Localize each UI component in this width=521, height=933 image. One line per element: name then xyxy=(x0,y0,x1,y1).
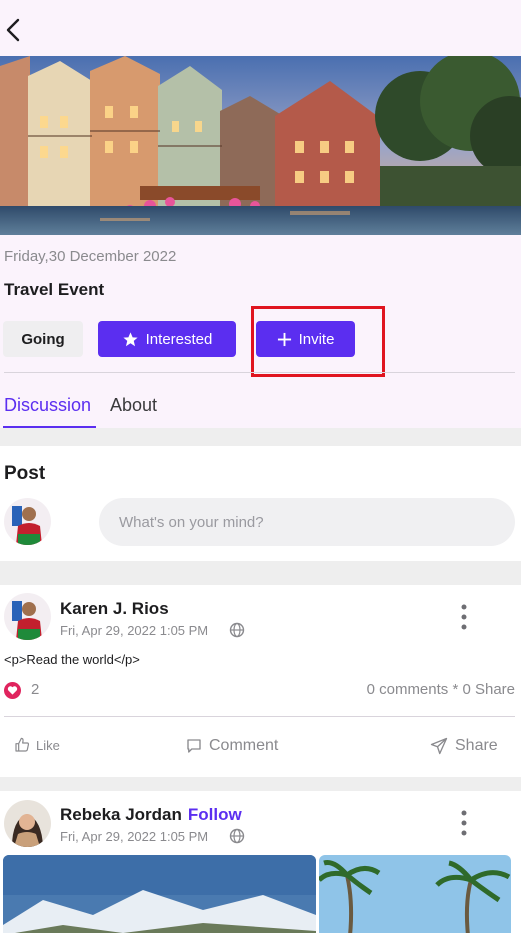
going-button[interactable]: Going xyxy=(3,321,83,357)
plus-icon xyxy=(277,332,291,346)
globe-icon xyxy=(229,622,245,638)
divider xyxy=(4,716,515,717)
tab-about[interactable]: About xyxy=(110,395,157,416)
section-gap xyxy=(0,428,521,446)
comment-icon xyxy=(187,739,201,753)
star-icon xyxy=(123,331,138,346)
back-arrow-icon xyxy=(6,18,20,42)
author-avatar[interactable] xyxy=(4,800,51,847)
event-date: Friday,30 December 2022 xyxy=(4,248,177,265)
share-label: Share xyxy=(455,737,498,754)
tab-discussion[interactable]: Discussion xyxy=(4,395,91,416)
post-timestamp: Fri, Apr 29, 2022 1:05 PM xyxy=(60,623,209,638)
follow-button[interactable]: Follow xyxy=(188,805,242,824)
post-body-text: <p>Read the world</p> xyxy=(4,652,140,667)
interested-button[interactable]: Interested xyxy=(98,321,236,357)
post-heading: Post xyxy=(4,463,46,484)
reaction-count: 2 xyxy=(31,681,40,698)
top-app-bar xyxy=(0,0,521,56)
comment-label: Comment xyxy=(209,737,279,754)
back-button[interactable] xyxy=(2,14,26,46)
whats-on-your-mind-input[interactable]: What's on your mind? xyxy=(99,498,515,546)
divider xyxy=(4,372,515,373)
going-label: Going xyxy=(21,330,65,348)
comments-share-count[interactable]: 0 comments * 0 Share xyxy=(367,681,515,698)
share-button[interactable]: Share xyxy=(429,737,498,755)
post-photo[interactable] xyxy=(319,855,511,933)
like-label: Like xyxy=(36,737,60,753)
author-name-row: Rebeka Jordan Follow xyxy=(60,805,242,825)
more-vertical-icon[interactable] xyxy=(456,603,472,631)
globe-icon xyxy=(229,828,245,844)
author-name[interactable]: Rebeka Jordan xyxy=(60,805,182,824)
invite-label: Invite xyxy=(298,330,335,348)
avatar[interactable] xyxy=(4,498,51,545)
compose-section: Post What's on your mind? xyxy=(0,446,521,561)
event-details-panel: Friday,30 December 2022 Travel Event Goi… xyxy=(0,235,521,428)
event-cover-image xyxy=(0,56,521,235)
author-name[interactable]: Karen J. Rios xyxy=(60,599,169,619)
interested-label: Interested xyxy=(145,330,213,348)
event-title: Travel Event xyxy=(4,280,105,299)
post-card: Rebeka Jordan Follow Fri, Apr 29, 2022 1:… xyxy=(0,791,521,933)
section-gap xyxy=(0,777,521,791)
like-button[interactable]: Like xyxy=(14,737,60,753)
more-vertical-icon[interactable] xyxy=(456,809,472,837)
comment-button[interactable]: Comment xyxy=(185,737,278,755)
thumbs-up-icon xyxy=(15,737,30,752)
post-timestamp: Fri, Apr 29, 2022 1:05 PM xyxy=(60,829,209,844)
author-avatar[interactable] xyxy=(4,593,51,640)
section-gap xyxy=(0,561,521,585)
invite-button[interactable]: Invite xyxy=(256,321,355,357)
post-photo[interactable] xyxy=(3,855,316,933)
compose-placeholder: What's on your mind? xyxy=(119,513,264,531)
heart-icon[interactable] xyxy=(4,682,21,699)
send-icon xyxy=(430,737,448,755)
post-card: Karen J. Rios Fri, Apr 29, 2022 1:05 PM … xyxy=(0,585,521,777)
